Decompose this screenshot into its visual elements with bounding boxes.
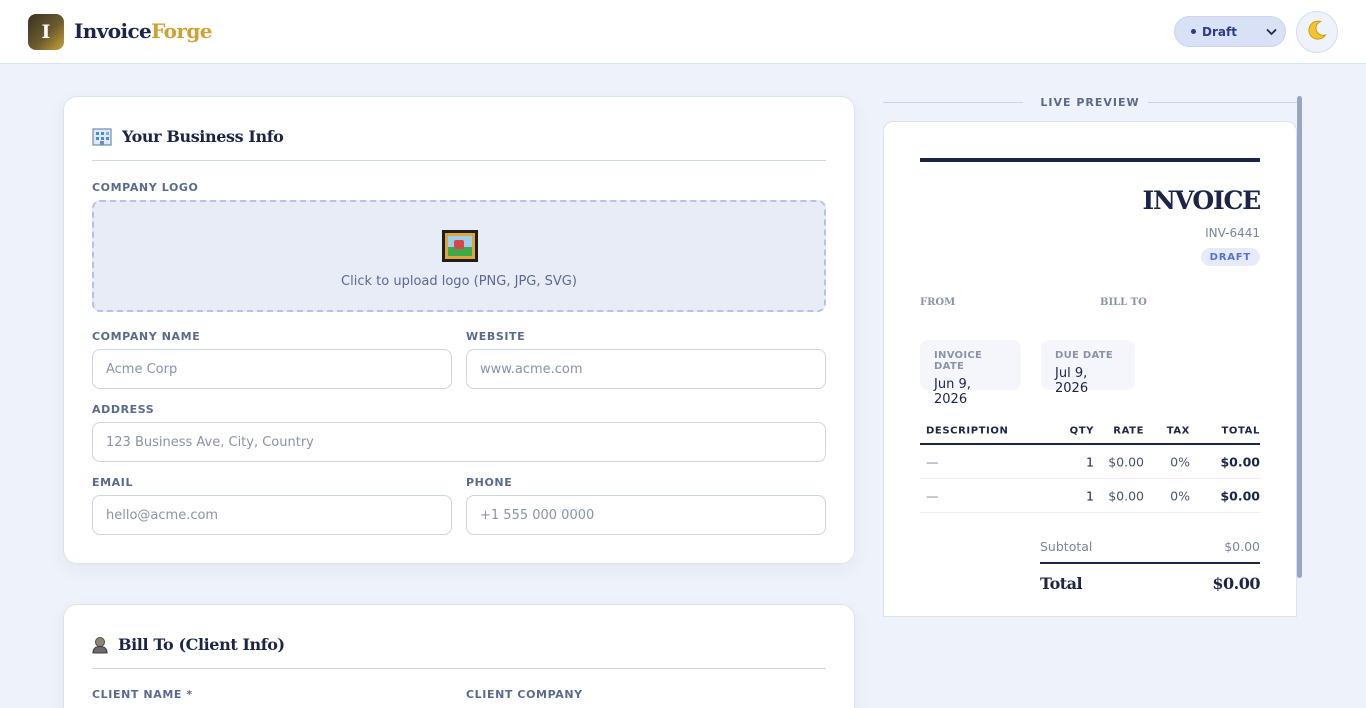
status-select[interactable]: Draft (1174, 16, 1286, 47)
logo-letter: I (41, 21, 51, 43)
upload-hint: Click to upload logo (PNG, JPG, SVG) (341, 274, 577, 289)
col-tax: TAX (1166, 425, 1190, 436)
invoice-number: INV-6441 (1205, 226, 1260, 240)
client-name-label: CLIENT NAME * (92, 688, 193, 701)
business-info-card: Your Business Info COMPANY LOGO Click to… (63, 96, 855, 564)
total-divider (1040, 562, 1260, 564)
preview-scrollbar[interactable] (1297, 96, 1302, 578)
title-divider (92, 668, 826, 669)
table-header: DESCRIPTION QTY RATE TAX TOTAL (920, 418, 1260, 445)
business-info-title-text: Your Business Info (122, 127, 284, 146)
bill-to-label: BILL TO (1100, 297, 1147, 308)
subtotal-row: Subtotal $0.00 (1040, 539, 1260, 554)
row-tax: 0% (1170, 488, 1190, 503)
app-logo: I (28, 14, 64, 50)
chevron-down-icon (1266, 23, 1277, 44)
invoice-preview: INVOICE INV-6441 DRAFT FROM BILL TO INVO… (883, 121, 1297, 617)
website-input[interactable]: www.acme.com (466, 349, 826, 389)
invoice-date-box: INVOICE DATE Jun 9, 2026 (920, 340, 1021, 407)
due-date-box: DUE DATE Jul 9, 2026 (1041, 340, 1135, 396)
invoice-title: INVOICE (1142, 186, 1261, 215)
row-total: $0.00 (1220, 488, 1260, 503)
invoice-date-label: INVOICE DATE (934, 350, 983, 372)
row-rate: $0.00 (1108, 454, 1144, 469)
brand-name: InvoiceForge (74, 19, 212, 43)
person-icon (92, 636, 108, 654)
company-name-label: COMPANY NAME (92, 330, 201, 343)
row-total: $0.00 (1220, 454, 1260, 469)
framed-picture-icon (442, 230, 478, 262)
total-value: $0.00 (1212, 574, 1260, 593)
subtotal-label: Subtotal (1040, 539, 1093, 554)
status-dot (1191, 29, 1196, 34)
due-date-label: DUE DATE (1055, 350, 1114, 361)
client-info-title: Bill To (Client Info) (92, 635, 285, 654)
row-description: — (926, 488, 939, 503)
row-qty: 1 (1086, 488, 1094, 503)
address-input[interactable]: 123 Business Ave, City, Country (92, 422, 826, 462)
row-description: — (926, 454, 939, 469)
logo-upload-dropzone[interactable]: Click to upload logo (PNG, JPG, SVG) (92, 200, 826, 312)
company-name-input[interactable]: Acme Corp (92, 349, 452, 389)
phone-input[interactable]: +1 555 000 0000 (466, 495, 826, 535)
from-label: FROM (920, 297, 956, 308)
brand-part-1: Invoice (74, 19, 152, 43)
moon-icon (1306, 19, 1328, 45)
client-info-title-text: Bill To (Client Info) (118, 635, 285, 654)
live-preview-label: LIVE PREVIEW (1032, 96, 1148, 109)
row-tax: 0% (1170, 454, 1190, 469)
building-icon (92, 127, 112, 146)
title-divider (92, 160, 826, 161)
total-label: Total (1040, 574, 1083, 593)
col-qty: QTY (1069, 425, 1094, 436)
subtotal-value: $0.00 (1224, 539, 1260, 554)
company-logo-label: COMPANY LOGO (92, 181, 199, 194)
address-label: ADDRESS (92, 403, 155, 416)
row-qty: 1 (1086, 454, 1094, 469)
phone-label: PHONE (466, 476, 513, 489)
invoice-top-bar (920, 158, 1260, 162)
status-badge: DRAFT (1200, 248, 1260, 266)
col-description: DESCRIPTION (926, 425, 1009, 436)
business-info-title: Your Business Info (92, 127, 284, 146)
client-company-label: CLIENT COMPANY (466, 688, 583, 701)
website-label: WEBSITE (466, 330, 526, 343)
client-info-card: Bill To (Client Info) CLIENT NAME * CLIE… (63, 604, 855, 708)
table-row: — 1 $0.00 0% $0.00 (920, 445, 1260, 479)
email-input[interactable]: hello@acme.com (92, 495, 452, 535)
invoice-date-value: Jun 9, 2026 (934, 377, 971, 407)
brand-part-2: Forge (151, 19, 212, 43)
row-rate: $0.00 (1108, 488, 1144, 503)
due-date-value: Jul 9, 2026 (1055, 366, 1089, 396)
status-selected: Draft (1202, 24, 1237, 39)
line-items-table: DESCRIPTION QTY RATE TAX TOTAL — 1 $0.00… (920, 418, 1260, 513)
col-rate: RATE (1113, 425, 1144, 436)
col-total: TOTAL (1221, 425, 1260, 436)
live-preview-heading: LIVE PREVIEW (883, 94, 1297, 112)
table-row: — 1 $0.00 0% $0.00 (920, 479, 1260, 513)
total-row: Total $0.00 (1040, 574, 1260, 593)
theme-toggle-button[interactable] (1296, 11, 1338, 53)
top-bar: I InvoiceForge Draft (0, 0, 1366, 64)
email-label: EMAIL (92, 476, 134, 489)
